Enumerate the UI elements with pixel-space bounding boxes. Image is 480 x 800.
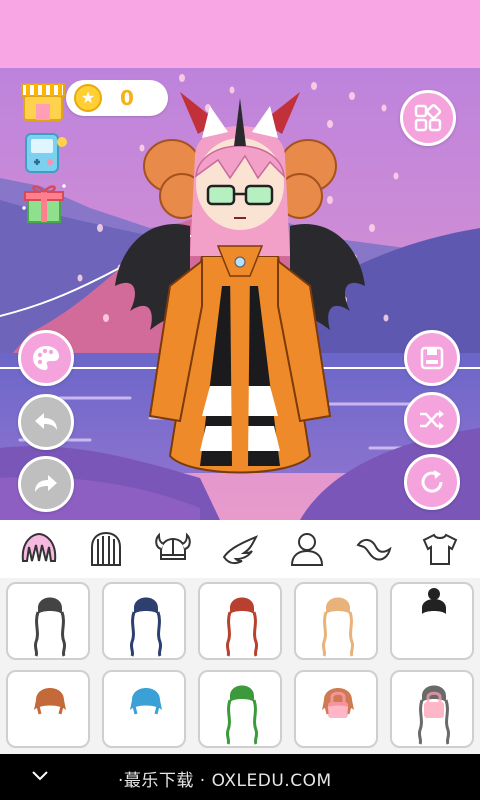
game-console-icon xyxy=(25,133,67,173)
undo-button[interactable] xyxy=(18,394,74,450)
system-nav-bar: ·蕞乐下载 · OXLEDU.COM xyxy=(0,754,480,800)
top-band xyxy=(0,0,480,68)
gift-button[interactable] xyxy=(20,180,68,226)
redo-button[interactable] xyxy=(18,456,74,512)
hair-item-tile[interactable] xyxy=(390,670,474,748)
undo-icon xyxy=(35,413,57,430)
hair-item-tile[interactable] xyxy=(102,582,186,660)
hair-item-tile[interactable] xyxy=(6,582,90,660)
shop-button[interactable] xyxy=(20,78,66,122)
person-icon xyxy=(290,533,323,566)
back-hair-icon xyxy=(91,531,122,566)
coin-balance: ★ 0 xyxy=(66,80,168,116)
palette-button[interactable] xyxy=(18,330,74,386)
reset-icon xyxy=(421,470,443,493)
redo-icon xyxy=(35,475,57,492)
tab-tail[interactable] xyxy=(352,527,396,571)
save-icon xyxy=(420,346,444,370)
hair-preview-icon xyxy=(129,597,163,657)
hair-preview-icon xyxy=(225,597,259,657)
minigame-button[interactable] xyxy=(22,130,68,174)
hair-item-tile[interactable] xyxy=(198,670,282,748)
tshirt-icon xyxy=(423,533,458,565)
hair-preview-icon xyxy=(321,597,355,657)
shuffle-button[interactable] xyxy=(404,392,460,448)
shuffle-icon xyxy=(420,410,444,430)
tab-clothes[interactable] xyxy=(418,527,462,571)
hair-preview-icon xyxy=(225,685,259,745)
item-grid xyxy=(0,578,480,754)
tab-horns[interactable] xyxy=(151,527,195,571)
hair-item-tile[interactable] xyxy=(198,582,282,660)
hair-item-tile[interactable] xyxy=(102,670,186,748)
category-tab-bar xyxy=(0,520,480,578)
hair-item-tile[interactable] xyxy=(294,582,378,660)
tail-icon xyxy=(356,539,392,561)
palette-icon xyxy=(33,346,59,370)
star-coin-icon: ★ xyxy=(74,84,102,112)
chevron-down-icon[interactable] xyxy=(30,766,50,786)
watermark-text: ·蕞乐下载 · OXLEDU.COM xyxy=(118,771,332,791)
coin-count: 0 xyxy=(120,86,134,110)
hair-preview-icon xyxy=(33,597,67,657)
wing-icon xyxy=(222,535,259,565)
hair-preview-icon xyxy=(422,588,446,614)
grid-menu-icon xyxy=(414,104,442,132)
save-button[interactable] xyxy=(404,330,460,386)
hair-preview-icon xyxy=(130,688,162,715)
hair-item-tile[interactable] xyxy=(6,670,90,748)
hair-item-tile[interactable] xyxy=(390,582,474,660)
tab-bangs[interactable] xyxy=(17,527,61,571)
tab-wings[interactable] xyxy=(218,527,262,571)
hair-item-tile[interactable] xyxy=(294,670,378,748)
menu-button[interactable] xyxy=(400,90,456,146)
bangs-hair-icon xyxy=(22,532,57,562)
chibi-character xyxy=(115,92,365,474)
hair-preview-icon xyxy=(322,688,354,718)
hair-preview-icon xyxy=(417,685,451,745)
shop-icon xyxy=(21,83,65,121)
tab-body[interactable] xyxy=(285,527,329,571)
tab-back-hair[interactable] xyxy=(84,527,128,571)
gift-icon xyxy=(22,184,66,223)
hair-preview-icon xyxy=(34,688,66,715)
reset-button[interactable] xyxy=(404,454,460,510)
app-root: ★ 0 ·蕞乐下载 · OXLEDU.COM xyxy=(0,0,480,800)
viking-horns-icon xyxy=(155,532,191,560)
